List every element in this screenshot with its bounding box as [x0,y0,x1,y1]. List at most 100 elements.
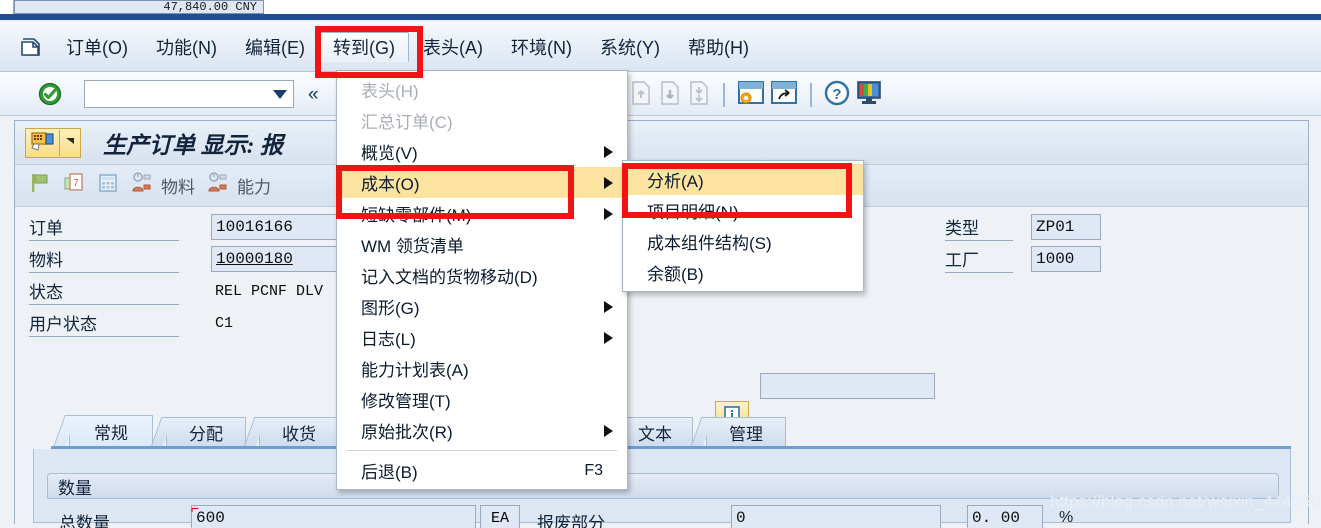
chevron-down-icon[interactable] [60,137,80,149]
menu-option-collective-order[interactable]: 汇总订单(C) [337,105,627,136]
submenu-option-itemization[interactable]: 项目明细(N) [623,195,863,226]
field-row-plant: 工厂 1000 [945,245,1101,273]
menu-bar: 订单(O) 功能(N) 编辑(E) 转到(G) 表头(A) 环境(N) 系统(Y… [0,22,1321,72]
system-menu-icon[interactable] [16,32,46,62]
background-amount-cell: 47,840.00 CNY [14,0,264,14]
secondary-text-input[interactable] [760,373,935,399]
enter-ok-icon[interactable] [38,82,62,106]
scrap-quantity-input[interactable]: 0 [731,505,941,528]
required-field-marker: ⌐ [191,500,200,516]
collapse-toolbar-button[interactable]: « [308,84,318,106]
menu-option-label: WM 领货清单 [361,237,464,256]
document-calendar-button[interactable]: 7 [63,172,85,199]
user-status-value: C1 [215,314,234,332]
field-row-status: 状态 REL PCNF DLV [29,277,323,305]
menu-item-label: 功能(N) [156,38,217,58]
plant-label: 工厂 [945,246,1013,273]
menu-option-overview[interactable]: 概览(V) [337,136,627,167]
status-value: REL PCNF DLV [215,282,324,300]
watermark-text: https://blog.csdn.net/weixin_44485085 [1050,492,1321,511]
flag-button[interactable] [29,172,51,199]
cost-submenu[interactable]: 分析(A) 项目明细(N) 成本组件结构(S) 余额(B) [622,160,864,292]
submenu-option-label: 余额(B) [647,265,704,284]
menu-option-label: 能力计划表(A) [361,361,469,380]
scrap-label: 报废部分 [537,514,605,528]
tab-edge [243,417,267,447]
command-field[interactable] [84,80,294,108]
menu-item-goto[interactable]: 转到(G) [319,32,409,62]
document-up-icon[interactable] [629,80,653,111]
submenu-option-balance[interactable]: 余额(B) [623,257,863,288]
material-availability-button[interactable]: 物料 [131,172,195,199]
material-input[interactable]: 10000180 [211,246,346,272]
scrap-percent-input[interactable]: 0. 00 [967,505,1043,528]
chevron-right-icon [604,424,613,437]
document-last-icon[interactable] [687,80,711,111]
menu-option-documented-goods-movements[interactable]: 记入文档的货物移动(D) [337,260,627,291]
calculator-button[interactable] [97,172,119,199]
help-icon[interactable]: ? [824,80,850,111]
type-input[interactable]: ZP01 [1031,214,1101,240]
order-input[interactable]: 10016166 [211,214,346,240]
submenu-option-cost-component-structure[interactable]: 成本组件结构(S) [623,226,863,257]
tab-administration[interactable]: 管理 [690,417,786,447]
green-flag-icon [29,172,51,199]
background-window-titlebar [0,14,1321,20]
order-header-button[interactable] [25,127,81,158]
menu-item-label: 系统(Y) [600,38,660,58]
menu-item-order[interactable]: 订单(O) [52,32,142,62]
order-label: 订单 [29,214,179,241]
menu-item-edit[interactable]: 编辑(E) [231,32,319,62]
unit-of-measure-field[interactable]: EA [480,505,520,528]
menu-item-functions[interactable]: 功能(N) [142,32,231,62]
menu-option-capacity-planning-table[interactable]: 能力计划表(A) [337,353,627,384]
chevron-right-icon [604,331,613,344]
tab-label: 文本 [638,425,672,444]
chevron-right-icon [604,300,613,313]
menu-option-graphic[interactable]: 图形(G) [337,291,627,322]
submenu-option-label: 项目明细(N) [647,203,739,222]
menu-option-label: 短缺零部件(M) [361,206,472,225]
tab-label: 管理 [729,425,763,444]
chevron-down-icon[interactable] [273,89,287,99]
window-settings-icon[interactable] [737,80,765,111]
tab-label: 常规 [94,424,128,443]
menu-option-label: 修改管理(T) [361,392,451,411]
menu-item-system[interactable]: 系统(Y) [586,32,674,62]
window-export-icon[interactable] [770,80,798,111]
menu-option-original-batch[interactable]: 原始批次(R) [337,415,627,446]
capacity-availability-button[interactable]: 能力 [207,172,271,199]
user-status-label: 用户状态 [29,310,179,337]
document-down-icon[interactable] [658,80,682,111]
menu-option-back[interactable]: 后退(B) F3 [337,455,627,486]
material-availability-icon [131,172,157,199]
plant-input[interactable]: 1000 [1031,246,1101,272]
menu-option-missing-parts[interactable]: 短缺零部件(M) [337,198,627,229]
menu-item-label: 转到(G) [333,38,395,58]
menu-option-label: 汇总订单(C) [361,113,453,132]
chevron-right-icon [604,145,613,158]
goto-dropdown-menu[interactable]: 表头(H) 汇总订单(C) 概览(V) 成本(O) 短缺零部件(M) WM 领货… [336,70,628,490]
tab-goods-receipt[interactable]: 收货 [243,417,339,447]
menu-option-change-management[interactable]: 修改管理(T) [337,384,627,415]
tab-text[interactable]: 文本 [601,417,693,447]
tab-assignment[interactable]: 分配 [150,417,246,447]
menu-item-help[interactable]: 帮助(H) [674,32,763,62]
menu-item-header[interactable]: 表头(A) [409,32,497,62]
menu-option-header[interactable]: 表头(H) [337,74,627,105]
menu-option-costs[interactable]: 成本(O) [337,167,627,198]
chevron-right-icon [604,176,613,189]
menu-option-label: 概览(V) [361,144,418,163]
menu-item-environment[interactable]: 环境(N) [497,32,586,62]
menu-option-logs[interactable]: 日志(L) [337,322,627,353]
tab-general[interactable]: 常规 [53,415,153,447]
layout-customize-icon[interactable] [855,80,883,111]
menu-option-wm-picking-list[interactable]: WM 领货清单 [337,229,627,260]
submenu-option-analysis[interactable]: 分析(A) [623,164,863,195]
field-row-order: 订单 10016166 [29,213,346,241]
total-quantity-input[interactable]: 600 [191,505,476,528]
page-title: 生产订单 显示: 报 [103,132,284,158]
menu-option-label: 图形(G) [361,299,420,318]
tab-strip: 常规 分配 收货 控制 文本 管理 [15,413,1308,447]
tab-edge [53,415,77,447]
